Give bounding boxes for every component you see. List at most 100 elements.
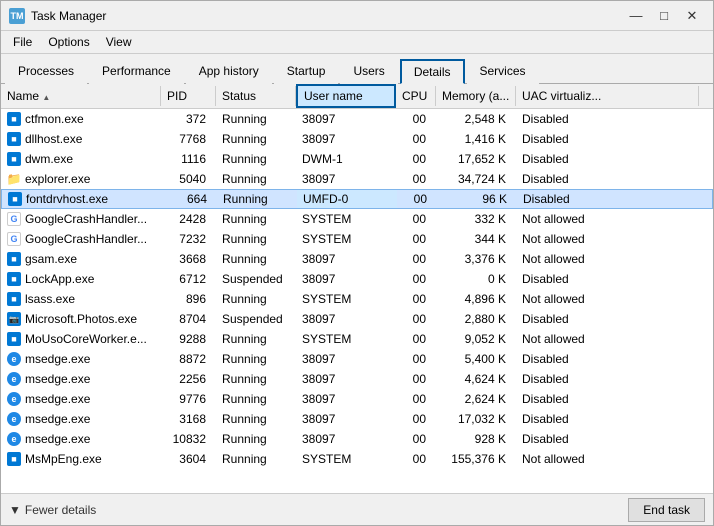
- col-header-name[interactable]: Name ▲: [1, 86, 161, 106]
- table-row[interactable]: ■dwm.exe 1116 Running DWM-1 00 17,652 K …: [1, 149, 713, 169]
- cell-memory: 9,052 K: [436, 330, 516, 348]
- cell-status: Running: [216, 390, 296, 408]
- cell-pid: 7232: [161, 230, 216, 248]
- cell-name: 📷Microsoft.Photos.exe: [1, 310, 161, 328]
- col-header-pid[interactable]: PID: [161, 86, 216, 106]
- cell-cpu: 00: [396, 310, 436, 328]
- minimize-button[interactable]: —: [623, 5, 649, 27]
- cell-status: Running: [216, 170, 296, 188]
- content-area: Name ▲ PID Status User name CPU Memory (…: [1, 84, 713, 493]
- table-row[interactable]: ■LockApp.exe 6712 Suspended 38097 00 0 K…: [1, 269, 713, 289]
- cell-pid: 7768: [161, 130, 216, 148]
- cell-uac: Disabled: [516, 170, 713, 188]
- cell-memory: 155,376 K: [436, 450, 516, 468]
- cell-name: GGoogleCrashHandler...: [1, 230, 161, 248]
- cell-status: Running: [216, 290, 296, 308]
- tabs-bar: Processes Performance App history Startu…: [1, 54, 713, 84]
- col-header-uac[interactable]: UAC virtualiz...: [516, 86, 699, 106]
- table-row[interactable]: ■MsMpEng.exe 3604 Running SYSTEM 00 155,…: [1, 449, 713, 469]
- table-row[interactable]: emsedge.exe 2256 Running 38097 00 4,624 …: [1, 369, 713, 389]
- cell-pid: 9288: [161, 330, 216, 348]
- cell-username: 38097: [296, 350, 396, 368]
- table-row[interactable]: emsedge.exe 10832 Running 38097 00 928 K…: [1, 429, 713, 449]
- cell-name: ■LockApp.exe: [1, 270, 161, 288]
- cell-username: SYSTEM: [296, 230, 396, 248]
- menu-options[interactable]: Options: [40, 33, 97, 51]
- cell-cpu: 00: [396, 350, 436, 368]
- table-row[interactable]: 📁explorer.exe 5040 Running 38097 00 34,7…: [1, 169, 713, 189]
- cell-cpu: 00: [396, 290, 436, 308]
- tab-startup[interactable]: Startup: [274, 59, 339, 84]
- tab-processes[interactable]: Processes: [5, 59, 87, 84]
- cell-cpu: 00: [396, 410, 436, 428]
- cell-uac: Disabled: [516, 430, 713, 448]
- table-row[interactable]: ■ctfmon.exe 372 Running 38097 00 2,548 K…: [1, 109, 713, 129]
- tab-app-history[interactable]: App history: [186, 59, 272, 84]
- maximize-button[interactable]: □: [651, 5, 677, 27]
- cell-cpu: 00: [396, 370, 436, 388]
- table-row[interactable]: emsedge.exe 8872 Running 38097 00 5,400 …: [1, 349, 713, 369]
- cell-pid: 372: [161, 110, 216, 128]
- table-row[interactable]: ■MoUsoCoreWorker.e... 9288 Running SYSTE…: [1, 329, 713, 349]
- title-controls: — □ ✕: [623, 5, 705, 27]
- tab-details[interactable]: Details: [400, 59, 465, 84]
- cell-name: emsedge.exe: [1, 410, 161, 428]
- cell-memory: 34,724 K: [436, 170, 516, 188]
- cell-status: Running: [216, 210, 296, 228]
- cell-memory: 17,652 K: [436, 150, 516, 168]
- cell-uac: Disabled: [516, 410, 713, 428]
- cell-pid: 5040: [161, 170, 216, 188]
- col-header-status[interactable]: Status: [216, 86, 296, 106]
- table-header: Name ▲ PID Status User name CPU Memory (…: [1, 84, 713, 109]
- cell-uac: Not allowed: [516, 330, 713, 348]
- tab-performance[interactable]: Performance: [89, 59, 184, 84]
- table-row[interactable]: ■lsass.exe 896 Running SYSTEM 00 4,896 K…: [1, 289, 713, 309]
- cell-name: emsedge.exe: [1, 390, 161, 408]
- cell-pid: 8872: [161, 350, 216, 368]
- table-row[interactable]: 📷Microsoft.Photos.exe 8704 Suspended 380…: [1, 309, 713, 329]
- table-row[interactable]: ■gsam.exe 3668 Running 38097 00 3,376 K …: [1, 249, 713, 269]
- menu-view[interactable]: View: [98, 33, 140, 51]
- table-row[interactable]: GGoogleCrashHandler... 2428 Running SYST…: [1, 209, 713, 229]
- cell-cpu: 00: [396, 430, 436, 448]
- cell-name: ■ctfmon.exe: [1, 110, 161, 128]
- cell-name: ■MoUsoCoreWorker.e...: [1, 330, 161, 348]
- cell-memory: 4,896 K: [436, 290, 516, 308]
- end-task-button[interactable]: End task: [628, 498, 705, 522]
- table-row[interactable]: ■dllhost.exe 7768 Running 38097 00 1,416…: [1, 129, 713, 149]
- cell-memory: 928 K: [436, 430, 516, 448]
- fewer-details-button[interactable]: ▼ Fewer details: [9, 503, 96, 517]
- table-row[interactable]: GGoogleCrashHandler... 7232 Running SYST…: [1, 229, 713, 249]
- cell-username: SYSTEM: [296, 330, 396, 348]
- cell-username: 38097: [296, 170, 396, 188]
- cell-memory: 2,548 K: [436, 110, 516, 128]
- cell-memory: 2,880 K: [436, 310, 516, 328]
- col-header-username[interactable]: User name: [296, 84, 396, 108]
- cell-username: 38097: [296, 310, 396, 328]
- cell-memory: 96 K: [437, 190, 517, 208]
- cell-username: 38097: [296, 250, 396, 268]
- tab-users[interactable]: Users: [340, 59, 397, 84]
- cell-status: Running: [216, 430, 296, 448]
- cell-pid: 2256: [161, 370, 216, 388]
- cell-status: Running: [216, 450, 296, 468]
- table-body[interactable]: ■ctfmon.exe 372 Running 38097 00 2,548 K…: [1, 109, 713, 493]
- tab-services[interactable]: Services: [467, 59, 539, 84]
- table-row[interactable]: ■fontdrvhost.exe 664 Running UMFD-0 00 9…: [1, 189, 713, 209]
- cell-status: Running: [216, 350, 296, 368]
- cell-username: 38097: [296, 130, 396, 148]
- cell-username: 38097: [296, 390, 396, 408]
- table-row[interactable]: emsedge.exe 9776 Running 38097 00 2,624 …: [1, 389, 713, 409]
- cell-username: 38097: [296, 270, 396, 288]
- cell-name: ■dwm.exe: [1, 150, 161, 168]
- cell-pid: 664: [162, 190, 217, 208]
- close-button[interactable]: ✕: [679, 5, 705, 27]
- title-bar: TM Task Manager — □ ✕: [1, 1, 713, 31]
- col-header-cpu[interactable]: CPU: [396, 86, 436, 106]
- col-header-memory[interactable]: Memory (a...: [436, 86, 516, 106]
- menu-file[interactable]: File: [5, 33, 40, 51]
- table-row[interactable]: emsedge.exe 3168 Running 38097 00 17,032…: [1, 409, 713, 429]
- status-bar: ▼ Fewer details End task: [1, 493, 713, 525]
- cell-pid: 896: [161, 290, 216, 308]
- cell-cpu: 00: [396, 170, 436, 188]
